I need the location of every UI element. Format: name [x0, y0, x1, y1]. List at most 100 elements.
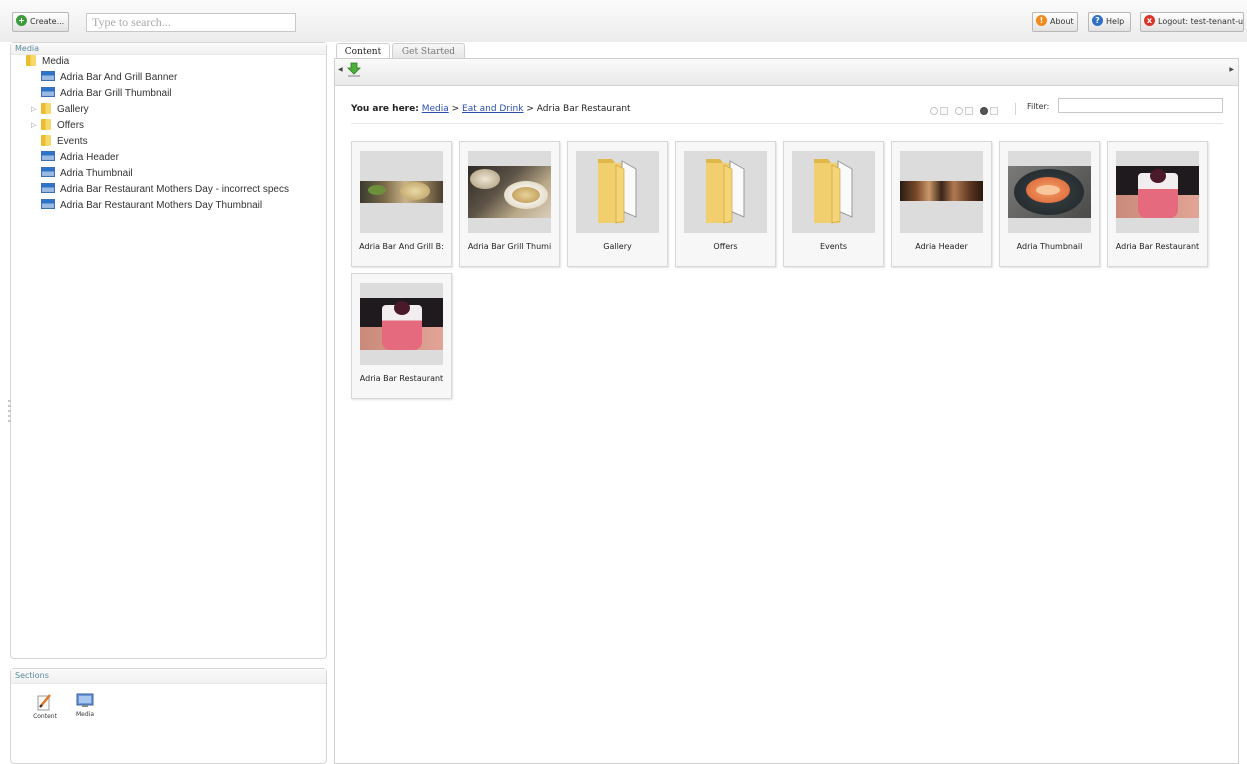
search-input[interactable] — [86, 13, 296, 32]
breadcrumb: You are here: Media > Eat and Drink > Ad… — [351, 104, 631, 114]
media-tile[interactable]: Adria Bar Grill Thumi — [459, 141, 560, 267]
section-content[interactable]: Content — [31, 693, 59, 720]
thumbnail — [1116, 151, 1199, 233]
view-mode-details-icon — [965, 107, 973, 115]
tree-item-label: Adria Bar Grill Thumbnail — [60, 88, 172, 99]
folder-icon — [41, 102, 51, 114]
media-tile[interactable]: Adria Bar And Grill B: — [351, 141, 452, 267]
folder-tile[interactable]: Offers — [675, 141, 776, 267]
panel-resize-handle[interactable] — [8, 400, 11, 422]
tile-label: Adria Bar Restaurant — [1115, 242, 1200, 251]
tile-label: Offers — [713, 242, 738, 251]
view-mode-list-icon — [940, 107, 948, 115]
image-icon — [41, 183, 55, 194]
monitor-icon — [76, 693, 94, 707]
breadcrumb-current: Adria Bar Restaurant — [536, 104, 631, 114]
section-media[interactable]: Media — [71, 693, 99, 718]
folder-icon — [706, 159, 745, 224]
tab-content-label: Content — [344, 47, 382, 57]
folder-icon — [41, 134, 51, 146]
view-mode-details-radio[interactable] — [955, 107, 963, 115]
create-button-label: Create... — [30, 17, 65, 26]
view-mode-list-radio[interactable] — [930, 107, 938, 115]
tile-label: Adria Thumbnail — [1016, 242, 1083, 251]
tile-label: Adria Bar And Grill B: — [359, 242, 444, 251]
breadcrumb-separator: > — [451, 104, 460, 114]
thumbnail — [576, 151, 659, 233]
tree-item-label: Events — [57, 136, 88, 147]
create-icon: + — [16, 15, 27, 26]
about-button[interactable]: ! About — [1032, 12, 1078, 32]
create-button[interactable]: + Create... — [12, 12, 69, 32]
tree-item-label: Media — [42, 56, 70, 67]
breadcrumb-link-eat-and-drink[interactable]: Eat and Drink — [462, 104, 523, 114]
help-button[interactable]: ? Help — [1088, 12, 1131, 32]
media-tile[interactable]: Adria Thumbnail — [999, 141, 1100, 267]
help-button-label: Help — [1106, 17, 1125, 26]
view-mode-thumbnails-radio[interactable] — [980, 107, 988, 115]
breadcrumb-prefix: You are here: — [351, 104, 419, 114]
view-mode-thumbnails-icon — [990, 107, 998, 115]
folder-icon — [26, 54, 36, 66]
breadcrumb-separator: > — [526, 104, 534, 114]
toolbar-scroll-right-icon[interactable]: ▶ — [1229, 66, 1234, 73]
toolbar-divider — [1015, 103, 1016, 115]
folder-icon — [598, 159, 637, 224]
tile-label: Adria Bar Grill Thumi — [467, 242, 552, 251]
content-toolbar: ◀ ▶ — [335, 59, 1238, 86]
folder-tile[interactable]: Events — [783, 141, 884, 267]
filter-input[interactable] — [1058, 98, 1223, 113]
tree-item-media-root[interactable]: Media — [26, 54, 69, 70]
media-tile[interactable]: Adria Header — [891, 141, 992, 267]
about-icon: ! — [1036, 15, 1047, 26]
thumbnail — [900, 151, 983, 233]
tree-item-offers[interactable]: ▷ Offers — [31, 118, 84, 134]
media-tile[interactable]: Adria Bar Restaurant — [351, 273, 452, 399]
image-icon — [41, 71, 55, 82]
logout-icon: x — [1144, 15, 1155, 26]
thumbnail — [684, 151, 767, 233]
tab-get-started-label: Get Started — [401, 47, 456, 57]
about-button-label: About — [1050, 17, 1074, 26]
image-icon — [41, 87, 55, 98]
tab-get-started[interactable]: Get Started — [392, 43, 465, 59]
tree-item-gallery[interactable]: ▷ Gallery — [31, 102, 89, 118]
thumbnail — [360, 283, 443, 365]
tree-item-label: Adria Bar Restaurant Mothers Day Thumbna… — [60, 200, 263, 211]
section-content-label: Content — [33, 713, 57, 720]
tree-item-image[interactable]: Adria Bar And Grill Banner — [41, 70, 177, 86]
toolbar-scroll-left-icon[interactable]: ◀ — [338, 66, 343, 73]
thumbnail — [468, 151, 551, 233]
pencil-icon — [37, 694, 51, 711]
thumbnail — [1008, 151, 1091, 233]
folder-tile[interactable]: Gallery — [567, 141, 668, 267]
tree-item-image[interactable]: Adria Bar Restaurant Mothers Day Thumbna… — [41, 198, 262, 214]
breadcrumb-divider — [351, 123, 1223, 124]
tree-item-image[interactable]: Adria Bar Grill Thumbnail — [41, 86, 172, 102]
help-icon: ? — [1092, 15, 1103, 26]
tile-label: Adria Bar Restaurant — [359, 374, 444, 383]
image-icon — [41, 199, 55, 210]
image-icon — [41, 167, 55, 178]
download-icon[interactable] — [347, 62, 361, 78]
expand-arrow-icon[interactable]: ▷ — [31, 102, 36, 118]
tree-item-image[interactable]: Adria Thumbnail — [41, 166, 133, 182]
tree-item-label: Adria Thumbnail — [60, 168, 133, 179]
tree-item-label: Gallery — [57, 104, 89, 115]
tree-item-events[interactable]: Events — [41, 134, 88, 150]
tree-item-image[interactable]: Adria Header — [41, 150, 119, 166]
thumbnail — [792, 151, 875, 233]
logout-button-label: Logout: test-tenant-user — [1158, 17, 1244, 26]
media-tree-panel: Media Media Adria Bar And Grill Banner A… — [10, 42, 327, 659]
tree-item-label: Adria Bar And Grill Banner — [60, 72, 178, 83]
section-media-label: Media — [75, 711, 95, 718]
media-tile[interactable]: Adria Bar Restaurant — [1107, 141, 1208, 267]
tree-item-image[interactable]: Adria Bar Restaurant Mothers Day - incor… — [41, 182, 289, 198]
sections-panel: Sections Content Media — [10, 668, 327, 764]
expand-arrow-icon[interactable]: ▷ — [31, 118, 36, 134]
sections-panel-title: Sections — [11, 669, 326, 684]
breadcrumb-link-media[interactable]: Media — [422, 104, 449, 114]
top-bar: +Create... !About ?Help xLogout: test-te… — [0, 0, 1247, 42]
tile-label: Events — [819, 242, 848, 251]
logout-button[interactable]: xLogout: test-tenant-user — [1140, 12, 1244, 32]
